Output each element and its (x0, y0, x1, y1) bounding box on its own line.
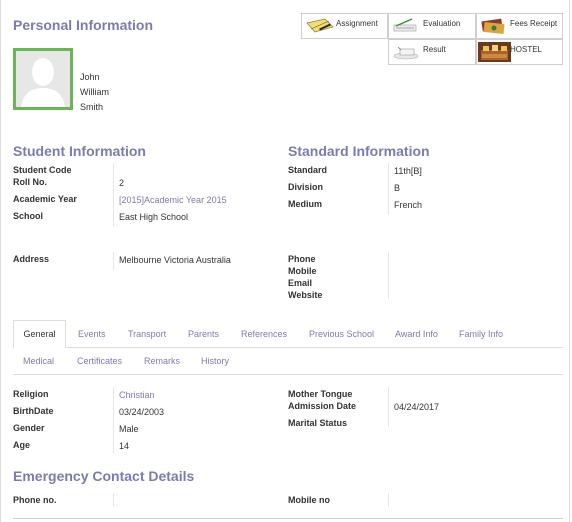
evaluation-button[interactable]: Evaluation (388, 13, 476, 39)
first-name: John (80, 72, 100, 82)
standard-label: Standard (288, 165, 328, 175)
tab-transport[interactable]: Transport (128, 329, 166, 339)
website-label: Website (288, 290, 323, 300)
student-info-title: Student Information (13, 143, 146, 159)
assignment-icon (305, 17, 335, 37)
tab-general[interactable]: General (13, 320, 66, 348)
school-value: East High School (119, 212, 189, 222)
roll-no-label: Roll No. (13, 177, 47, 187)
student-code-label: Student Code (13, 165, 72, 175)
fees-receipt-icon (480, 17, 506, 37)
tab-parents[interactable]: Parents (188, 329, 219, 339)
hostel-button[interactable]: HOSTEL (476, 39, 563, 65)
field-separator (113, 252, 114, 270)
hostel-label: HOSTEL (510, 45, 543, 54)
age-label: Age (13, 440, 31, 450)
tab-line-1 (13, 347, 563, 348)
birthdate-label: BirthDate (13, 406, 54, 416)
tab-family-info[interactable]: Family Info (459, 329, 503, 339)
roll-no-value: 2 (119, 178, 125, 188)
fees-receipt-button[interactable]: Fees Receipt (476, 13, 563, 39)
medium-label: Medium (288, 199, 323, 209)
religion-link[interactable]: Christian (119, 390, 155, 400)
address-value: Melbourne Victoria Australia (119, 255, 231, 265)
personal-info-title: Personal Information (13, 17, 154, 33)
fees-receipt-label: Fees Receipt (510, 19, 558, 28)
admission-date-label: Admission Date (288, 401, 357, 411)
tab-award-info[interactable]: Award Info (395, 329, 438, 339)
marital-status-label: Marital Status (288, 418, 348, 428)
phone-label: Phone (288, 254, 316, 264)
evaluation-label: Evaluation (423, 19, 461, 28)
evaluation-icon (392, 17, 420, 37)
birthdate-value: 03/24/2003 (119, 407, 165, 417)
division-label: Division (288, 182, 324, 192)
academic-year-label: Academic Year (13, 194, 77, 204)
mother-tongue-label: Mother Tongue (288, 389, 353, 399)
field-separator (388, 163, 389, 215)
school-label: School (13, 211, 44, 221)
result-button[interactable]: Result (388, 39, 476, 65)
result-label: Result (423, 45, 446, 54)
field-separator (113, 493, 114, 507)
tab-line-2 (13, 374, 563, 375)
address-label: Address (13, 254, 50, 264)
hostel-icon (478, 42, 511, 64)
assignment-button[interactable]: Assignment (301, 13, 388, 39)
admission-date-value: 04/24/2017 (394, 402, 440, 412)
tab-events[interactable]: Events (78, 329, 106, 339)
avatar[interactable] (13, 48, 73, 110)
standard-info-title: Standard Information (288, 143, 430, 159)
avatar-icon (16, 51, 70, 107)
field-separator (113, 163, 114, 227)
field-separator (388, 252, 389, 299)
tab-medical[interactable]: Medical (23, 356, 54, 366)
emergency-phone-label: Phone no. (13, 495, 57, 505)
tab-certificates[interactable]: Certificates (77, 356, 122, 366)
tab-history[interactable]: History (201, 356, 229, 366)
emergency-title: Emergency Contact Details (13, 468, 195, 484)
age-value: 14 (119, 441, 130, 451)
standard-value: 11th[B] (394, 166, 422, 176)
field-separator (113, 387, 114, 453)
middle-name: William (80, 87, 109, 97)
tab-remarks[interactable]: Remarks (144, 356, 180, 366)
religion-label: Religion (13, 389, 49, 399)
gender-label: Gender (13, 423, 45, 433)
email-label: Email (288, 278, 313, 288)
assignment-label: Assignment (336, 19, 378, 28)
academic-year-link[interactable]: [2015]Academic Year 2015 (119, 195, 227, 205)
division-value: B (394, 183, 401, 193)
gender-value: Male (119, 424, 139, 434)
medium-value: French (394, 200, 423, 210)
result-icon (392, 43, 420, 63)
emergency-mobile-label: Mobile no (288, 495, 330, 505)
mobile-label: Mobile (288, 266, 317, 276)
tab-references[interactable]: References (241, 329, 287, 339)
tab-previous-school[interactable]: Previous School (309, 329, 374, 339)
form-sheet: Personal Information Assignment Evaluati… (0, 0, 570, 522)
bottom-divider (13, 518, 563, 519)
last-name: Smith (80, 102, 104, 112)
field-separator (388, 493, 389, 507)
field-separator (388, 387, 389, 427)
